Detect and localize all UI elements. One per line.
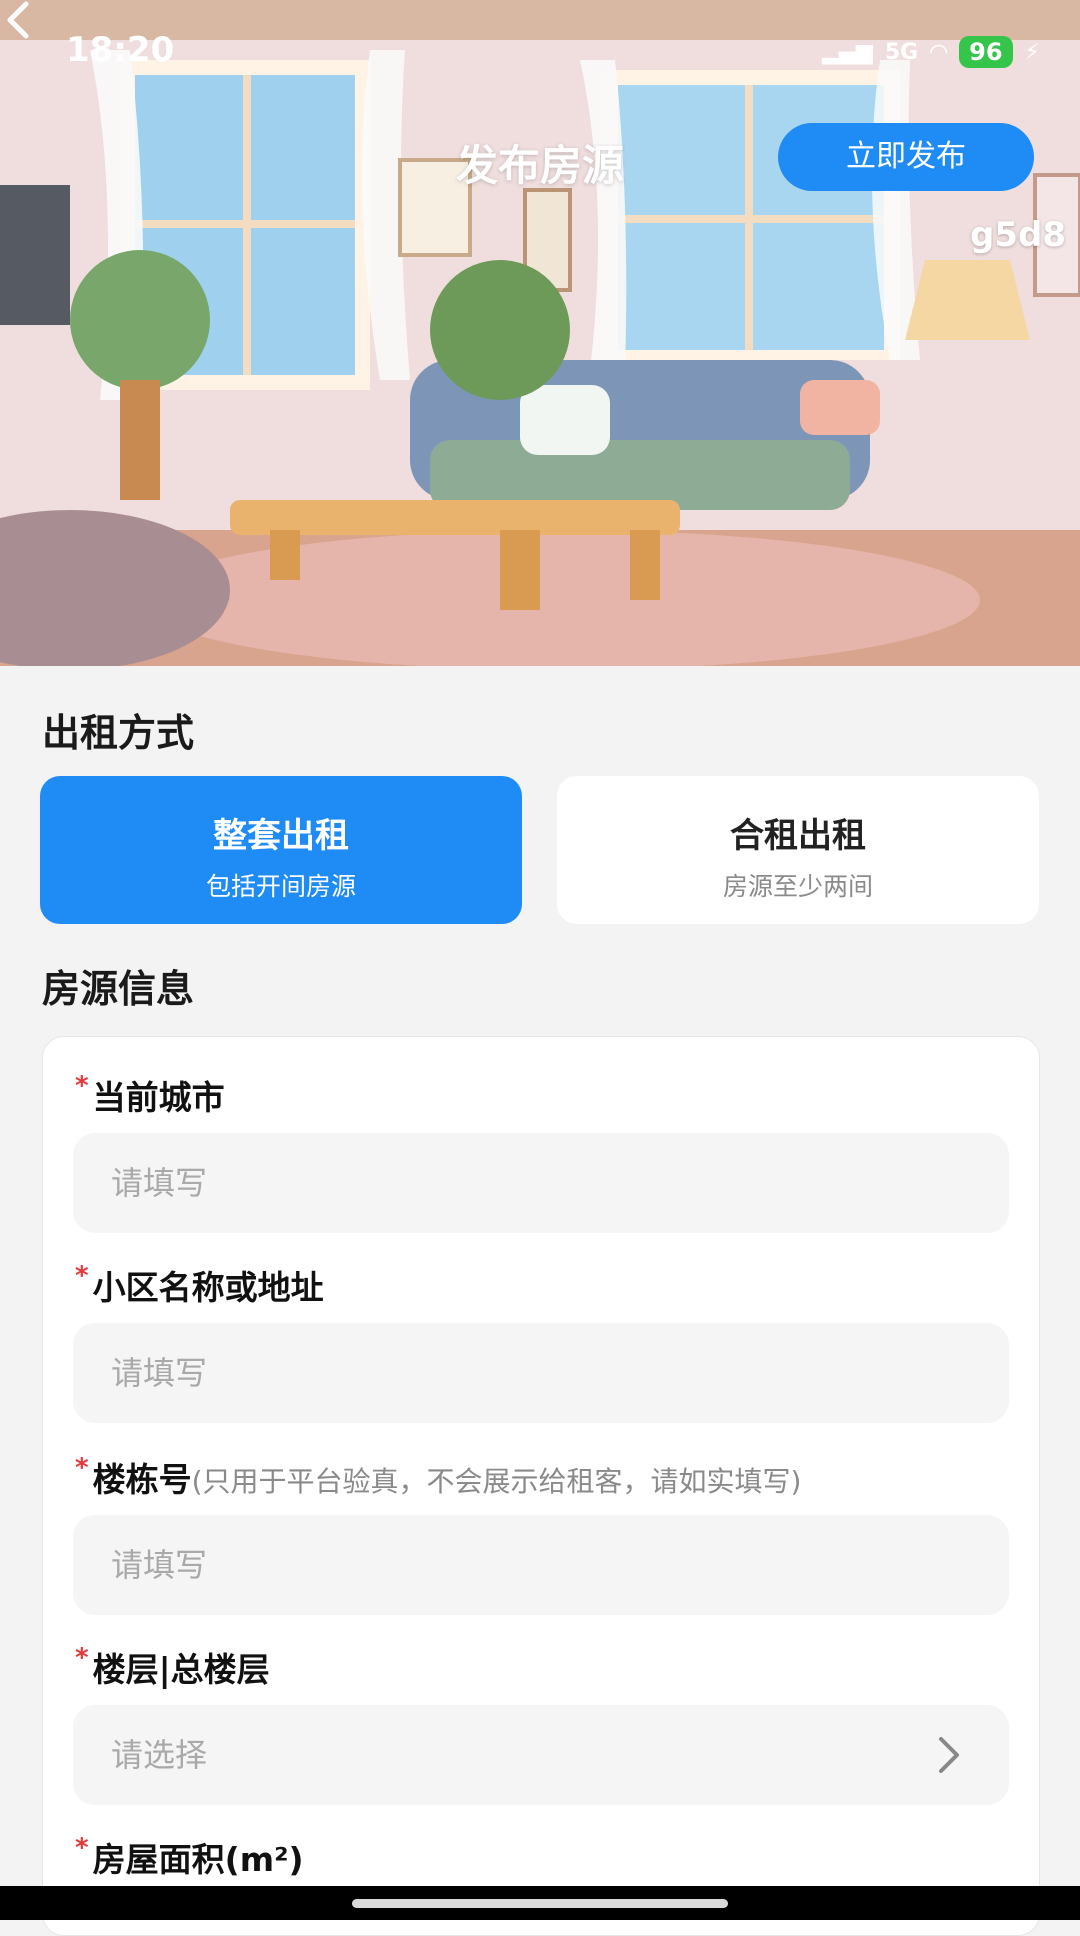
required-mark: * xyxy=(75,1643,89,1673)
community-input[interactable]: 请填写 xyxy=(73,1323,1009,1423)
input-placeholder: 请填写 xyxy=(111,1354,208,1392)
system-nav-bar xyxy=(0,1886,1080,1920)
signal-icon: ▂▄▆ xyxy=(822,39,873,65)
field-label-text: 楼层|总楼层 xyxy=(92,1650,270,1689)
city-field-label: * 当前城市 xyxy=(75,1071,225,1119)
back-arrow-icon[interactable] xyxy=(0,0,40,40)
housing-info-form: * 当前城市 请填写 * 小区名称或地址 请填写 * 楼栋号(只用于平台验真，不会展示… xyxy=(42,1036,1040,1936)
publish-now-button[interactable]: 立即发布 xyxy=(778,123,1034,191)
building-number-input[interactable]: 请填写 xyxy=(73,1515,1009,1615)
rent-mode-option-whole[interactable]: 整套出租 包括开间房源 xyxy=(40,776,522,924)
area-field-label: * 房屋面积(m²) xyxy=(75,1833,304,1881)
field-label-text: 小区名称或地址 xyxy=(92,1268,324,1307)
input-placeholder: 请填写 xyxy=(111,1546,208,1584)
required-mark: * xyxy=(75,1833,89,1863)
rent-mode-option-title: 合租出租 xyxy=(730,816,866,856)
rent-mode-option-subtitle: 包括开间房源 xyxy=(205,872,356,901)
community-field-label: * 小区名称或地址 xyxy=(75,1261,324,1309)
status-time: 18:20 xyxy=(66,30,175,70)
required-mark: * xyxy=(75,1453,89,1483)
network-type: 5G xyxy=(884,39,919,65)
home-indicator[interactable] xyxy=(352,1899,728,1908)
chevron-right-icon xyxy=(939,1737,959,1773)
hero-banner-image: 18:20 ▂▄▆ 5G ◠ 96 ⚡ 发布房源 立即发布 g5d8 xyxy=(0,0,1080,666)
floor-select[interactable]: 请选择 xyxy=(73,1705,1009,1805)
input-placeholder: 请填写 xyxy=(111,1164,208,1202)
building-number-field-label: * 楼栋号(只用于平台验真，不会展示给租客，请如实填写) xyxy=(75,1453,801,1501)
battery-indicator: 96 xyxy=(959,36,1013,68)
field-hint: (只用于平台验真，不会展示给租客，请如实填写) xyxy=(191,1465,802,1498)
status-bar: 18:20 ▂▄▆ 5G ◠ 96 ⚡ xyxy=(66,30,1040,70)
charging-icon: ⚡ xyxy=(1024,39,1040,65)
rent-mode-option-shared[interactable]: 合租出租 房源至少两间 xyxy=(557,776,1039,924)
required-mark: * xyxy=(75,1261,89,1291)
rent-mode-option-subtitle: 房源至少两间 xyxy=(722,872,873,901)
required-mark: * xyxy=(75,1071,89,1101)
city-input[interactable]: 请填写 xyxy=(73,1133,1009,1233)
housing-info-section-title: 房源信息 xyxy=(42,967,195,1011)
rent-mode-option-title: 整套出租 xyxy=(213,816,349,856)
input-placeholder: 请选择 xyxy=(111,1736,208,1774)
field-label-text: 房屋面积(m²) xyxy=(92,1840,304,1879)
floor-field-label: * 楼层|总楼层 xyxy=(75,1643,270,1691)
rent-mode-section-title: 出租方式 xyxy=(42,711,195,755)
field-label-text: 楼栋号 xyxy=(92,1460,192,1499)
watermark-label: g5d8 xyxy=(970,215,1066,255)
field-label-text: 当前城市 xyxy=(92,1078,225,1117)
wifi-icon: ◠ xyxy=(930,39,948,65)
living-room-illustration xyxy=(0,0,1080,666)
